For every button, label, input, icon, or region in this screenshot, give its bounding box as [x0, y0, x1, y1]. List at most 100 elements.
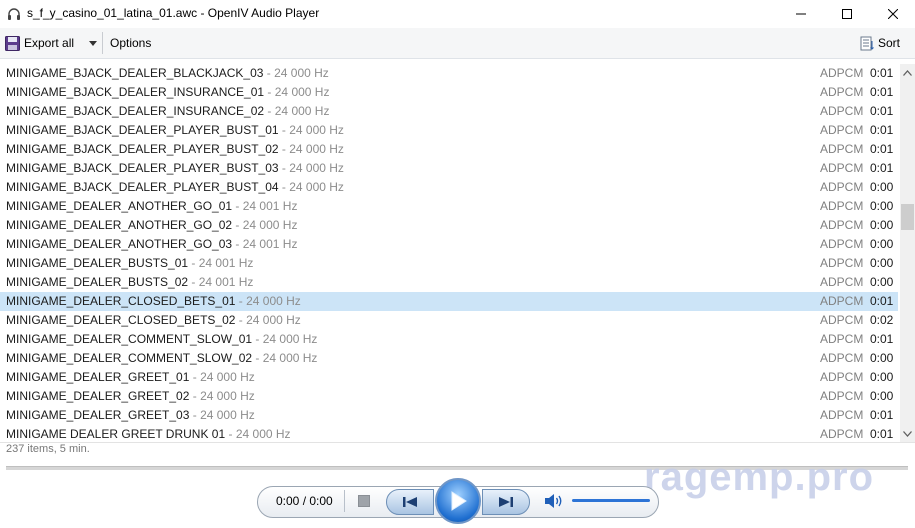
track-name: MINIGAME_BJACK_DEALER_PLAYER_BUST_02 — [6, 142, 279, 156]
next-button[interactable] — [482, 489, 530, 515]
scroll-down-button[interactable] — [900, 425, 915, 442]
scroll-up-button[interactable] — [900, 64, 915, 81]
list-item[interactable]: MINIGAME_DEALER_COMMENT_SLOW_01 - 24 000… — [0, 330, 898, 349]
duration: 0:01 — [870, 161, 894, 175]
track-name: MINIGAME_DEALER_CLOSED_BETS_02 — [6, 313, 236, 327]
duration: 0:01 — [870, 123, 894, 137]
vertical-scrollbar[interactable] — [900, 64, 915, 442]
duration: 0:00 — [870, 218, 894, 232]
list-item[interactable]: MINIGAME_DEALER_BUSTS_01 - 24 001 Hz ADPC… — [0, 254, 898, 273]
speaker-icon[interactable] — [544, 493, 564, 509]
sort-label: Sort — [878, 36, 901, 50]
scroll-thumb[interactable] — [901, 204, 914, 230]
sample-rate: - 24 001 Hz — [188, 275, 254, 289]
codec: ADPCM — [820, 161, 864, 175]
chevron-up-icon — [903, 69, 912, 76]
sample-rate: - 24 000 Hz — [225, 427, 291, 441]
track-name: MINIGAME DEALER GREET DRUNK 01 — [6, 427, 226, 441]
previous-track-icon — [403, 497, 417, 507]
codec: ADPCM — [820, 104, 864, 118]
track-name: MINIGAME_BJACK_DEALER_INSURANCE_02 — [6, 104, 265, 118]
duration: 0:00 — [870, 256, 894, 270]
list-item[interactable]: MINIGAME_BJACK_DEALER_PLAYER_BUST_03 - 2… — [0, 159, 898, 178]
chevron-down-icon — [903, 430, 912, 437]
codec: ADPCM — [820, 351, 864, 365]
sample-rate: - 24 000 Hz — [278, 142, 344, 156]
headphones-icon — [8, 8, 20, 20]
sample-rate: - 24 000 Hz — [264, 85, 330, 99]
list-item-selected[interactable]: MINIGAME_DEALER_CLOSED_BETS_01 - 24 000 … — [0, 292, 898, 311]
codec: ADPCM — [820, 142, 864, 156]
previous-button[interactable] — [386, 489, 434, 515]
audio-track-list: MINIGAME_BJACK_DEALER_BLACKJACK_03 - 24 … — [0, 64, 900, 442]
sample-rate: - 24 000 Hz — [235, 294, 301, 308]
track-name: MINIGAME_DEALER_ANOTHER_GO_01 — [6, 199, 233, 213]
sample-rate: - 24 000 Hz — [278, 180, 344, 194]
codec: ADPCM — [820, 313, 864, 327]
list-item[interactable]: MINIGAME_DEALER_GREET_03 - 24 000 Hz ADPC… — [0, 406, 898, 425]
sample-rate: - 24 000 Hz — [235, 313, 301, 327]
play-button[interactable] — [435, 478, 481, 524]
duration: 0:01 — [870, 427, 894, 441]
list-item[interactable]: MINIGAME_BJACK_DEALER_INSURANCE_02 - 24 … — [0, 102, 898, 121]
export-all-button[interactable]: Export all — [5, 28, 74, 58]
track-name: MINIGAME_DEALER_BUSTS_02 — [6, 275, 189, 289]
codec: ADPCM — [820, 237, 864, 251]
sample-rate: - 24 000 Hz — [232, 218, 298, 232]
status-text: 237 items, 5 min. — [6, 443, 90, 455]
sample-rate: - 24 000 Hz — [278, 161, 344, 175]
sort-list-icon — [860, 36, 874, 50]
list-item[interactable]: MINIGAME DEALER GREET DRUNK 01 - 24 000 … — [0, 425, 898, 442]
volume-slider[interactable] — [572, 499, 650, 502]
duration: 0:01 — [870, 85, 894, 99]
list-item[interactable]: MINIGAME_DEALER_GREET_02 - 24 000 Hz ADPC… — [0, 387, 898, 406]
duration: 0:01 — [870, 104, 894, 118]
list-item[interactable]: MINIGAME_BJACK_DEALER_PLAYER_BUST_04 - 2… — [0, 178, 898, 197]
floppy-disk-icon — [5, 35, 20, 51]
track-name: MINIGAME_DEALER_GREET_01 — [6, 370, 190, 384]
sample-rate: - 24 000 Hz — [252, 351, 318, 365]
export-all-label: Export all — [24, 36, 75, 50]
minimize-button[interactable] — [778, 0, 824, 28]
list-item[interactable]: MINIGAME_DEALER_GREET_01 - 24 000 Hz ADPC… — [0, 368, 898, 387]
stop-button[interactable] — [358, 495, 370, 507]
close-button[interactable] — [870, 0, 915, 28]
sample-rate: - 24 001 Hz — [188, 256, 254, 270]
chevron-down-icon — [89, 40, 97, 46]
title-bar: s_f_y_casino_01_latina_01.awc - OpenIV A… — [0, 0, 915, 28]
duration: 0:00 — [870, 199, 894, 213]
export-dropdown-button[interactable] — [86, 28, 100, 58]
status-divider — [0, 442, 915, 443]
track-name: MINIGAME_DEALER_GREET_03 — [6, 408, 190, 422]
duration: 0:01 — [870, 294, 894, 308]
list-item[interactable]: MINIGAME_DEALER_ANOTHER_GO_03 - 24 001 H… — [0, 235, 898, 254]
list-item[interactable]: MINIGAME_DEALER_COMMENT_SLOW_02 - 24 000… — [0, 349, 898, 368]
list-item[interactable]: MINIGAME_DEALER_ANOTHER_GO_02 - 24 000 H… — [0, 216, 898, 235]
list-item[interactable]: MINIGAME_DEALER_CLOSED_BETS_02 - 24 000 … — [0, 311, 898, 330]
sample-rate: - 24 000 Hz — [189, 370, 255, 384]
track-name: MINIGAME_DEALER_ANOTHER_GO_03 — [6, 237, 233, 251]
list-item[interactable]: MINIGAME_BJACK_DEALER_PLAYER_BUST_01 - 2… — [0, 121, 898, 140]
list-item[interactable]: MINIGAME_DEALER_BUSTS_02 - 24 001 Hz ADPC… — [0, 273, 898, 292]
player-separator — [344, 490, 345, 512]
sort-button[interactable]: Sort — [860, 28, 900, 58]
sample-rate: - 24 000 Hz — [263, 66, 329, 80]
toolbar: Export all Options Sort — [0, 28, 915, 59]
list-item[interactable]: MINIGAME_BJACK_DEALER_INSURANCE_01 - 24 … — [0, 83, 898, 102]
sample-rate: - 24 000 Hz — [278, 123, 344, 137]
options-button[interactable]: Options — [110, 28, 151, 58]
codec: ADPCM — [820, 275, 864, 289]
close-icon — [888, 9, 898, 19]
sample-rate: - 24 001 Hz — [232, 237, 298, 251]
sample-rate: - 24 000 Hz — [189, 389, 255, 403]
maximize-button[interactable] — [824, 0, 870, 28]
duration: 0:01 — [870, 408, 894, 422]
window-title: s_f_y_casino_01_latina_01.awc - OpenIV A… — [27, 6, 320, 20]
codec: ADPCM — [820, 180, 864, 194]
sample-rate: - 24 000 Hz — [252, 332, 318, 346]
list-item[interactable]: MINIGAME_BJACK_DEALER_BLACKJACK_03 - 24 … — [0, 64, 898, 83]
list-item[interactable]: MINIGAME_DEALER_ANOTHER_GO_01 - 24 001 H… — [0, 197, 898, 216]
list-item[interactable]: MINIGAME_BJACK_DEALER_PLAYER_BUST_02 - 2… — [0, 140, 898, 159]
duration: 0:00 — [870, 180, 894, 194]
duration: 0:00 — [870, 275, 894, 289]
